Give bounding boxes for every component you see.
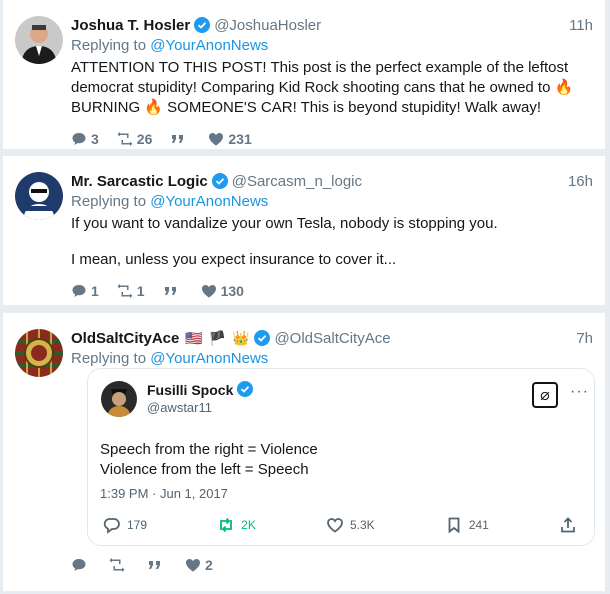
quoted-text-line: Violence from the left = Speech	[100, 461, 309, 478]
like-count: 130	[220, 283, 244, 299]
verified-icon	[194, 17, 211, 33]
quote-button[interactable]	[163, 283, 183, 299]
verified-icon	[237, 381, 254, 397]
retweet-button[interactable]	[109, 557, 129, 573]
quote-button[interactable]	[147, 557, 167, 573]
author-name[interactable]: OldSaltCityAce	[71, 330, 179, 347]
like-count: 231	[228, 131, 252, 147]
heart-icon	[201, 285, 216, 298]
quote-icon	[149, 561, 160, 569]
flag-emojis: 🇺🇸 🏴 👑	[185, 329, 251, 346]
share-icon	[561, 517, 575, 533]
quoted-author-name[interactable]: Fusilli Spock	[147, 381, 254, 398]
quoted-tweet[interactable]: Fusilli Spock @awstar11 ⌀ ··· Speech fro…	[87, 368, 595, 546]
replying-to: Replying to @YourAnonNews	[71, 192, 593, 212]
retweet-icon	[117, 132, 133, 146]
like-button[interactable]: 231	[208, 131, 252, 147]
replying-to-link[interactable]: @YourAnonNews	[150, 37, 268, 54]
repost-icon	[220, 517, 233, 533]
retweet-count: 1	[136, 283, 145, 299]
bookmark-button[interactable]: 241	[445, 516, 489, 534]
more-options-icon[interactable]: ···	[570, 383, 589, 401]
replying-prefix: Replying to	[71, 37, 151, 54]
verified-icon	[254, 330, 271, 346]
tweet-text-paragraph: I mean, unless you expect insurance to c…	[71, 251, 397, 268]
like-button[interactable]: 130	[201, 283, 244, 299]
quoted-text-line: Speech from the right = Violence	[100, 441, 318, 458]
tweet-card[interactable]: OldSaltCityAce 🇺🇸 🏴 👑 @OldSaltCityAce 7h…	[3, 313, 605, 591]
timestamp[interactable]: 16h	[568, 173, 593, 190]
quoted-actions: 179 2K 5.3K 241	[103, 516, 583, 534]
author-handle[interactable]: @Sarcasm_n_logic	[232, 173, 362, 190]
author-handle[interactable]: @OldSaltCityAce	[274, 330, 390, 347]
like-button[interactable]: 2	[185, 557, 213, 573]
verified-icon	[211, 173, 228, 189]
x-logo-icon[interactable]: ⌀	[532, 382, 558, 408]
retweet-count: 26	[136, 131, 153, 147]
retweet-icon	[109, 558, 125, 572]
tweet-text-paragraph: ATTENTION TO THIS POST! This post is the…	[71, 59, 574, 116]
share-button[interactable]	[559, 516, 583, 534]
reply-icon	[103, 518, 120, 534]
tweet-text: ATTENTION TO THIS POST! This post is the…	[71, 58, 593, 118]
like-count: 5.3K	[350, 518, 375, 532]
repost-count: 2K	[241, 518, 256, 532]
replying-prefix: Replying to	[71, 193, 151, 210]
author-name[interactable]: Mr. Sarcastic Logic	[71, 173, 208, 190]
avatar[interactable]	[15, 329, 63, 377]
like-button[interactable]: 5.3K	[326, 516, 375, 534]
heart-icon	[209, 133, 224, 146]
retweet-button[interactable]: 1	[117, 283, 145, 299]
tweet-card[interactable]: Mr. Sarcastic Logic @Sarcasm_n_logic 16h…	[3, 156, 605, 305]
repost-button[interactable]: 2K	[217, 516, 256, 534]
avatar[interactable]	[15, 16, 63, 64]
tweet-actions: 1 1 130	[71, 282, 593, 300]
avatar[interactable]	[15, 172, 63, 220]
reply-button[interactable]	[71, 557, 91, 573]
reply-icon	[72, 285, 86, 297]
replying-to: Replying to @YourAnonNews	[71, 349, 593, 369]
quoted-name-text: Fusilli Spock	[147, 382, 234, 398]
reply-icon	[72, 559, 86, 571]
quoted-timestamp[interactable]: 1:39 PM · Jun 1, 2017	[100, 484, 228, 504]
tweet-card[interactable]: Joshua T. Hosler @JoshuaHosler 11h Reply…	[3, 0, 605, 149]
reply-button[interactable]: 3	[71, 131, 99, 147]
replying-to: Replying to @YourAnonNews	[71, 36, 593, 56]
quote-icon	[172, 135, 184, 143]
author-name[interactable]: Joshua T. Hosler	[71, 17, 190, 34]
reply-button[interactable]: 179	[103, 516, 147, 534]
heart-icon	[327, 518, 343, 533]
reply-button[interactable]: 1	[71, 283, 99, 299]
reply-count: 179	[127, 518, 148, 532]
retweet-button[interactable]: 26	[117, 131, 153, 147]
timestamp[interactable]: 7h	[576, 330, 593, 347]
bookmark-icon	[448, 517, 460, 534]
replying-to-link[interactable]: @YourAnonNews	[150, 350, 268, 367]
author-handle[interactable]: @JoshuaHosler	[214, 17, 321, 34]
quote-button[interactable]	[170, 131, 190, 147]
quoted-text: Speech from the right = Violence Violenc…	[100, 440, 318, 480]
tweet-text-paragraph: If you want to vandalize your own Tesla,…	[71, 215, 498, 232]
bookmark-count: 241	[468, 518, 489, 532]
reply-count: 1	[91, 283, 99, 299]
like-count: 2	[205, 557, 213, 573]
replying-prefix: Replying to	[71, 350, 151, 367]
tweet-actions: 2	[71, 556, 231, 574]
reply-icon	[72, 133, 86, 145]
avatar[interactable]	[101, 381, 137, 417]
heart-icon	[186, 559, 200, 572]
retweet-icon	[117, 284, 133, 298]
reply-count: 3	[91, 131, 99, 147]
quoted-author-handle[interactable]: @awstar11	[147, 400, 212, 415]
quote-icon	[164, 287, 176, 295]
tweet-actions: 3 26 231	[71, 130, 593, 148]
replying-to-link[interactable]: @YourAnonNews	[150, 193, 268, 210]
timestamp[interactable]: 11h	[569, 17, 593, 34]
tweet-text: If you want to vandalize your own Tesla,…	[71, 214, 593, 270]
